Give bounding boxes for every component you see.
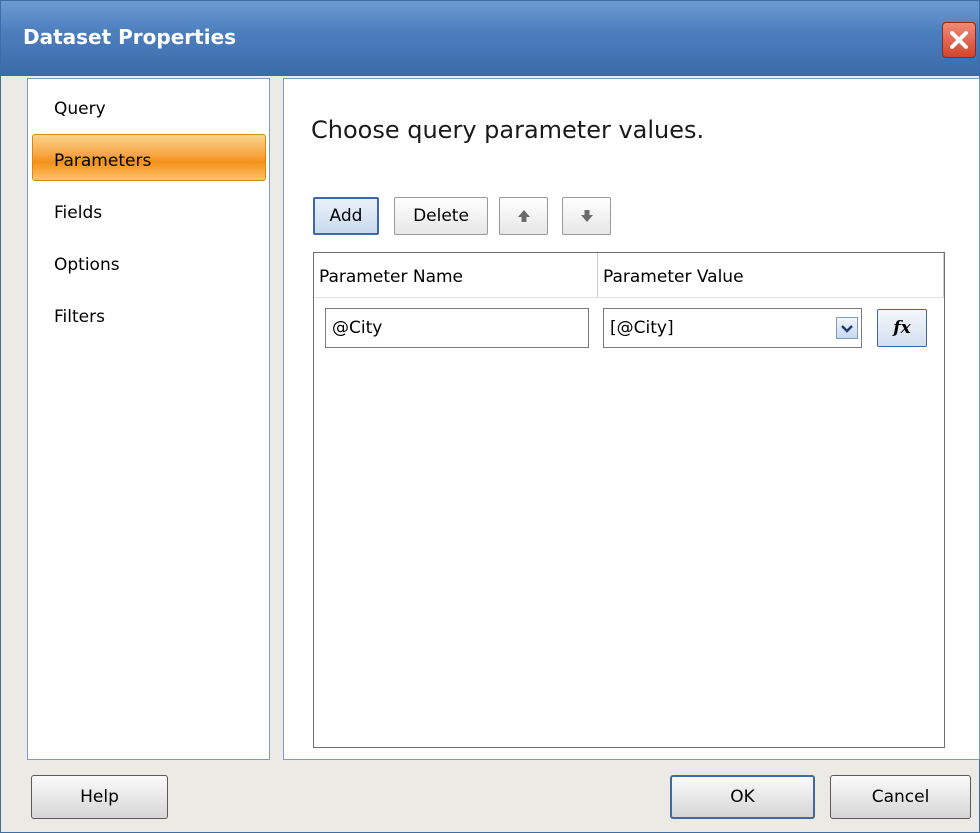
- close-button[interactable]: [942, 22, 976, 58]
- move-down-button[interactable]: [562, 197, 611, 235]
- cancel-button[interactable]: Cancel: [830, 775, 971, 819]
- parameter-value-text: [@City]: [610, 318, 674, 338]
- sidebar-item-label: Parameters: [54, 151, 152, 171]
- window-title: Dataset Properties: [23, 25, 237, 49]
- move-up-button[interactable]: [499, 197, 548, 235]
- page-title: Choose query parameter values.: [311, 116, 705, 144]
- dropdown-button[interactable]: [836, 317, 858, 339]
- close-icon: [950, 31, 968, 49]
- sidebar-nav: Query Parameters Fields Options Filters: [27, 78, 270, 760]
- title-bar[interactable]: Dataset Properties: [1, 1, 979, 76]
- ok-button[interactable]: OK: [670, 775, 815, 819]
- expression-button[interactable]: fx: [877, 309, 927, 347]
- sidebar-item-query[interactable]: Query: [54, 99, 106, 119]
- help-button[interactable]: Help: [31, 775, 168, 819]
- column-header-parameter-value[interactable]: Parameter Value: [603, 267, 744, 287]
- add-button[interactable]: Add: [313, 197, 379, 235]
- arrow-down-icon: [580, 210, 593, 222]
- parameter-value-select[interactable]: [@City]: [603, 308, 862, 348]
- delete-button[interactable]: Delete: [394, 197, 488, 235]
- sidebar-item-filters[interactable]: Filters: [54, 307, 105, 327]
- sidebar-item-fields[interactable]: Fields: [54, 203, 102, 223]
- column-header-parameter-name[interactable]: Parameter Name: [319, 267, 463, 287]
- parameters-panel: Choose query parameter values. Add Delet…: [283, 78, 980, 760]
- sidebar-item-parameters[interactable]: Parameters: [32, 134, 266, 181]
- parameters-grid: Parameter Name Parameter Value @City [@C…: [313, 252, 945, 748]
- chevron-down-icon: [841, 325, 853, 333]
- column-divider[interactable]: [597, 253, 598, 297]
- arrow-up-icon: [517, 210, 530, 222]
- column-divider: [943, 253, 944, 297]
- header-divider: [314, 297, 944, 298]
- sidebar-item-options[interactable]: Options: [54, 255, 120, 275]
- parameter-name-input[interactable]: @City: [325, 308, 589, 348]
- dataset-properties-dialog: Dataset Properties Query Parameters Fiel…: [0, 0, 980, 833]
- fx-icon: fx: [893, 318, 911, 338]
